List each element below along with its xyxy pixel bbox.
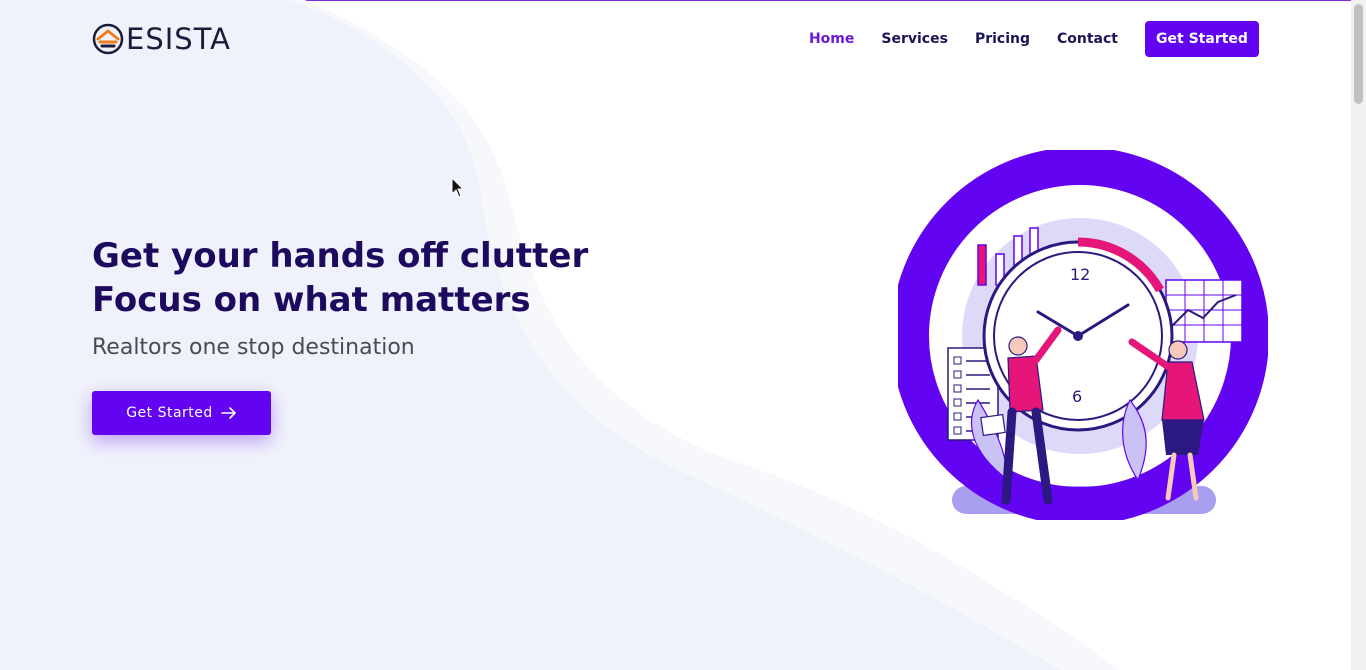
page-scrollbar[interactable]: [1351, 0, 1366, 670]
chart-panel: [1165, 279, 1243, 343]
main-nav: Home Services Pricing Contact Get Starte…: [782, 21, 1259, 57]
nav-services[interactable]: Services: [881, 31, 948, 47]
nav-contact[interactable]: Contact: [1057, 31, 1118, 47]
arrow-right-icon: [220, 407, 236, 419]
logo[interactable]: ESISTA: [92, 22, 231, 56]
logo-house-icon: [92, 23, 124, 55]
hero-title-line-2: Focus on what matters: [92, 280, 531, 320]
hero-title: Get your hands off clutter Focus on what…: [92, 234, 652, 322]
hero-subtitle: Realtors one stop destination: [92, 335, 415, 360]
nav-home[interactable]: Home: [809, 31, 854, 47]
scrollbar-thumb[interactable]: [1354, 4, 1363, 104]
logo-text: ESISTA: [126, 22, 231, 56]
hero-title-line-1: Get your hands off clutter: [92, 236, 589, 276]
hero-get-started-button[interactable]: Get Started: [92, 391, 271, 435]
site-header: ESISTA Home Services Pricing Contact Get…: [92, 14, 1259, 64]
header-get-started-button[interactable]: Get Started: [1145, 21, 1259, 57]
hero-cta-label: Get Started: [126, 405, 213, 421]
clock-team-illustration: 12 6: [898, 150, 1268, 520]
clock-number-6: 6: [1072, 387, 1082, 406]
clock-number-12: 12: [1070, 265, 1090, 284]
nav-pricing[interactable]: Pricing: [975, 31, 1030, 47]
mouse-cursor-icon: [451, 177, 465, 198]
